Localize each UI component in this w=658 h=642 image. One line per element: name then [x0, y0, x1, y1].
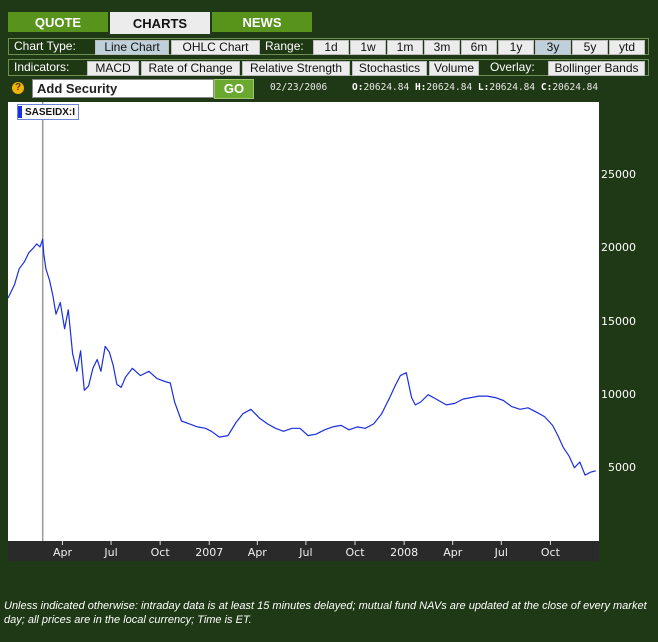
- chart-type-label: Chart Type:: [14, 39, 76, 53]
- range-label: Range:: [265, 39, 304, 53]
- y-axis-labels: 5000 10000 15000 20000 25000: [600, 102, 650, 542]
- y-tick-label: 10000: [601, 387, 636, 401]
- price-chart[interactable]: Apr Jul Oct 2007 Apr Jul Oct 2008 Apr Jul Oct: [8, 102, 599, 561]
- close-label: C:: [540, 82, 553, 93]
- disclaimer-text: Unless indicated otherwise: intraday dat…: [4, 600, 647, 626]
- x-tick-label: Oct: [541, 546, 561, 559]
- x-tick-label: Jul: [298, 546, 312, 559]
- x-tick-label: Oct: [346, 546, 366, 559]
- chart-type-range-bar: Chart Type: Line Chart OHLC Chart Range:…: [8, 38, 649, 55]
- indicators-overlay-bar: Indicators: MACD Rate of Change Relative…: [8, 59, 649, 76]
- x-tick-label: Jul: [494, 546, 508, 559]
- range-1y-button[interactable]: 1y: [498, 40, 534, 55]
- x-tick-label: 2008: [390, 546, 418, 559]
- relative-strength-button[interactable]: Relative Strength: [242, 61, 350, 76]
- series-legend-label: SASEIDX:I: [25, 106, 76, 118]
- x-tick-label: 2007: [195, 546, 223, 559]
- high-value: 20624.84: [426, 82, 473, 93]
- y-tick-label: 5000: [608, 460, 636, 474]
- ohlc-chart-button[interactable]: OHLC Chart: [171, 40, 260, 55]
- high-label: H:: [414, 82, 427, 93]
- series-line: [8, 238, 596, 476]
- range-3m-button[interactable]: 3m: [424, 40, 460, 55]
- bollinger-bands-button[interactable]: Bollinger Bands: [548, 61, 645, 76]
- go-button[interactable]: GO: [214, 79, 254, 99]
- open-label: O:: [352, 82, 364, 93]
- x-tick-label: Oct: [151, 546, 171, 559]
- rate-of-change-button[interactable]: Rate of Change: [141, 61, 240, 76]
- chart-area[interactable]: Apr Jul Oct 2007 Apr Jul Oct 2008 Apr Jul Oct SASE…: [8, 102, 599, 561]
- y-tick-label: 25000: [601, 168, 636, 182]
- tab-news[interactable]: NEWS: [212, 12, 312, 32]
- x-tick-label: Apr: [248, 546, 268, 559]
- range-6m-button[interactable]: 6m: [461, 40, 497, 55]
- y-tick-label: 20000: [601, 241, 636, 255]
- volume-button[interactable]: Volume: [429, 61, 479, 76]
- add-security-row: ? GO 02/23/2006 O:20624.84 H:20624.84 L:…: [8, 79, 649, 100]
- series-legend[interactable]: SASEIDX:I: [17, 104, 80, 120]
- open-value: 20624.84: [363, 82, 410, 93]
- quote-date: 02/23/2006: [270, 82, 328, 93]
- range-1d-button[interactable]: 1d: [313, 40, 349, 55]
- range-3y-button[interactable]: 3y: [535, 40, 571, 55]
- range-1w-button[interactable]: 1w: [350, 40, 386, 55]
- add-security-input[interactable]: [32, 79, 214, 98]
- macd-button[interactable]: MACD: [87, 61, 139, 76]
- tab-charts[interactable]: CHARTS: [110, 12, 210, 34]
- series-color-swatch: [18, 106, 22, 118]
- x-tick-label: Apr: [53, 546, 73, 559]
- quote-ohlc: O:20624.84 H:20624.84 L:20624.84 C:20624…: [352, 82, 598, 93]
- range-ytd-button[interactable]: ytd: [609, 40, 645, 55]
- close-value: 20624.84: [552, 82, 599, 93]
- low-label: L:: [477, 82, 490, 93]
- tab-quote[interactable]: QUOTE: [8, 12, 108, 32]
- stochastics-button[interactable]: Stochastics: [352, 61, 427, 76]
- x-tick-label: Apr: [443, 546, 463, 559]
- x-tick-label: Jul: [103, 546, 117, 559]
- help-icon[interactable]: ?: [12, 82, 24, 94]
- y-tick-label: 15000: [601, 314, 636, 328]
- indicators-label: Indicators:: [14, 60, 70, 74]
- range-5y-button[interactable]: 5y: [572, 40, 608, 55]
- overlay-label: Overlay:: [490, 60, 535, 74]
- line-chart-button[interactable]: Line Chart: [95, 40, 169, 55]
- tab-bar: QUOTE CHARTS NEWS: [8, 12, 314, 34]
- low-value: 20624.84: [489, 82, 536, 93]
- range-1m-button[interactable]: 1m: [387, 40, 423, 55]
